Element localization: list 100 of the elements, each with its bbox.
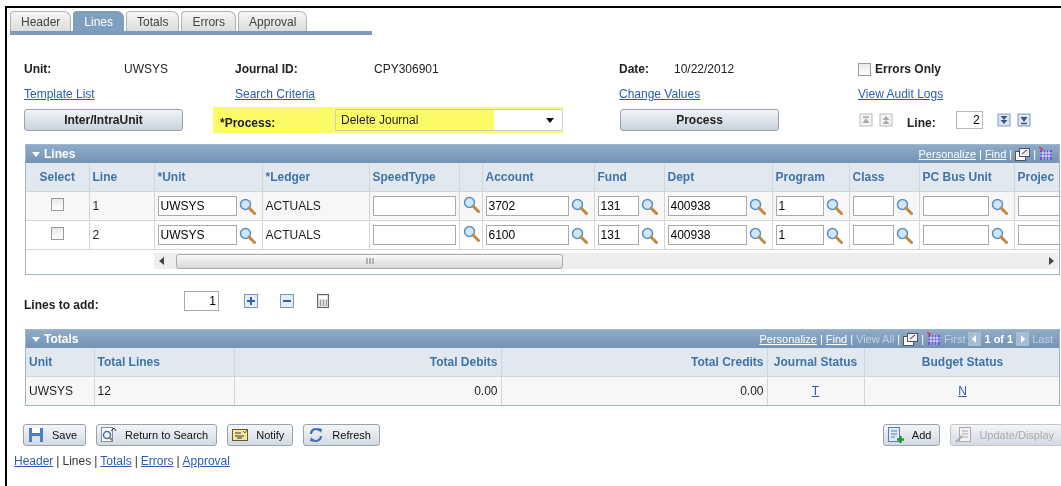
input-field[interactable] — [922, 196, 989, 216]
tab[interactable]: Approval — [238, 11, 308, 31]
input-field[interactable]: 1 — [775, 196, 824, 216]
checkbox-label: Errors Only — [875, 62, 942, 76]
magnifier-icon[interactable] — [990, 226, 1008, 244]
refresh-button[interactable]: Refresh — [303, 424, 380, 446]
input-field[interactable]: UWSYS — [157, 225, 237, 245]
magnifier-icon[interactable] — [825, 197, 843, 215]
magnifier-icon[interactable] — [640, 197, 658, 215]
magnifier-icon[interactable] — [748, 197, 766, 215]
magnifier-icon[interactable] — [990, 197, 1008, 215]
magnifier-icon[interactable] — [238, 197, 256, 215]
link[interactable]: Template List — [24, 87, 95, 101]
scroll-left-icon[interactable] — [158, 257, 166, 265]
link[interactable]: Search Criteria — [235, 87, 316, 101]
status-link[interactable]: N — [958, 384, 967, 398]
horizontal-scrollbar[interactable] — [154, 253, 1059, 269]
column-header: Class — [852, 170, 885, 184]
save-button[interactable]: Save — [23, 424, 87, 446]
field-value: CPY306901 — [374, 62, 440, 76]
table-cell: 0.00 — [740, 384, 764, 398]
link[interactable]: View Audit Logs — [858, 87, 944, 101]
input-field[interactable]: UWSYS — [157, 196, 237, 216]
column-header: Select — [39, 170, 75, 184]
column-header: Unit — [29, 355, 53, 369]
calculator-icon[interactable] — [316, 294, 330, 308]
column-header: *Unit — [157, 170, 186, 184]
row-checkbox[interactable] — [50, 198, 64, 211]
page-link[interactable]: Header — [14, 454, 54, 468]
input-field[interactable] — [372, 225, 456, 245]
new-window-icon[interactable] — [1015, 147, 1031, 161]
page-link[interactable]: Errors — [140, 454, 174, 468]
separator: | — [921, 333, 925, 345]
separator: | — [134, 454, 138, 468]
separator: | — [94, 454, 98, 468]
column-header: Total Debits — [429, 355, 498, 369]
tab[interactable]: Header — [10, 11, 72, 31]
field-label: *Process: — [219, 116, 277, 130]
input-field[interactable]: 1 — [775, 225, 824, 245]
input-field[interactable]: 400938 — [667, 225, 747, 245]
checkbox[interactable] — [858, 62, 871, 76]
add-icon[interactable] — [244, 294, 258, 308]
tab[interactable]: Errors — [181, 11, 237, 31]
column-header: Dept — [667, 170, 695, 184]
remove-icon[interactable] — [280, 294, 294, 308]
input-field[interactable]: 1 — [184, 291, 219, 311]
last-icon[interactable] — [1016, 113, 1031, 127]
table-cell: 2 — [92, 228, 100, 242]
process-button[interactable]: Process — [620, 109, 779, 131]
column-header: PC Bus Unit — [922, 170, 992, 184]
magnifier-icon[interactable] — [462, 196, 480, 213]
next-icon[interactable] — [996, 113, 1011, 127]
magnifier-icon[interactable] — [570, 197, 588, 215]
column-header: Budget Status — [921, 355, 1004, 369]
page-link[interactable]: Totals — [100, 454, 132, 468]
input-field[interactable]: 131 — [597, 196, 639, 216]
separator: | — [897, 333, 901, 345]
input-field[interactable]: 6100 — [485, 225, 569, 245]
input-field[interactable] — [1017, 196, 1059, 216]
scrollbar-thumb[interactable] — [176, 253, 563, 269]
interunit-button[interactable]: Inter/IntraUnit — [24, 109, 183, 131]
add-button[interactable]: Add — [882, 424, 941, 446]
input-field[interactable]: 400938 — [667, 196, 747, 216]
current-page-label[interactable]: Lines — [62, 454, 92, 468]
grid-icon[interactable] — [927, 332, 942, 346]
new-window-icon[interactable] — [903, 332, 919, 346]
grid-icon[interactable] — [1039, 147, 1053, 161]
notify-button[interactable]: Notify — [227, 424, 294, 446]
table-cell: 12 — [97, 384, 111, 398]
edit-document-icon — [955, 427, 972, 443]
input-field[interactable] — [922, 225, 989, 245]
magnifier-icon[interactable] — [895, 226, 913, 244]
line-field[interactable]: 2 — [955, 111, 983, 129]
input-field[interactable] — [1017, 225, 1059, 245]
row-checkbox[interactable] — [50, 227, 64, 240]
caret-icon[interactable] — [546, 117, 554, 123]
link[interactable]: Change Values — [619, 87, 701, 101]
input-field[interactable] — [852, 196, 894, 216]
page-link[interactable]: Approval — [182, 454, 230, 468]
input-field[interactable]: 3702 — [485, 196, 569, 216]
status-link[interactable]: T — [811, 384, 820, 398]
input-field[interactable] — [372, 196, 456, 216]
column-header: Total Lines — [97, 355, 160, 369]
magnifier-icon[interactable] — [895, 197, 913, 215]
separator: | — [979, 148, 982, 160]
magnifier-icon[interactable] — [238, 226, 256, 244]
scroll-right-icon[interactable] — [1047, 257, 1055, 265]
field-label: Line: — [907, 116, 936, 130]
magnifier-icon[interactable] — [825, 226, 843, 244]
magnifier-icon[interactable] — [462, 225, 480, 242]
input-field[interactable]: 131 — [597, 225, 639, 245]
input-field[interactable] — [852, 225, 894, 245]
magnifier-icon[interactable] — [570, 226, 588, 244]
return-button[interactable]: Return to Search — [96, 424, 218, 446]
tab[interactable]: Totals — [126, 11, 180, 31]
table-cell: 1 — [92, 199, 100, 213]
column-header: Projec — [1017, 170, 1055, 184]
magnifier-icon[interactable] — [640, 226, 658, 244]
magnifier-icon[interactable] — [748, 226, 766, 244]
dropdown[interactable]: Delete Journal — [335, 109, 563, 131]
